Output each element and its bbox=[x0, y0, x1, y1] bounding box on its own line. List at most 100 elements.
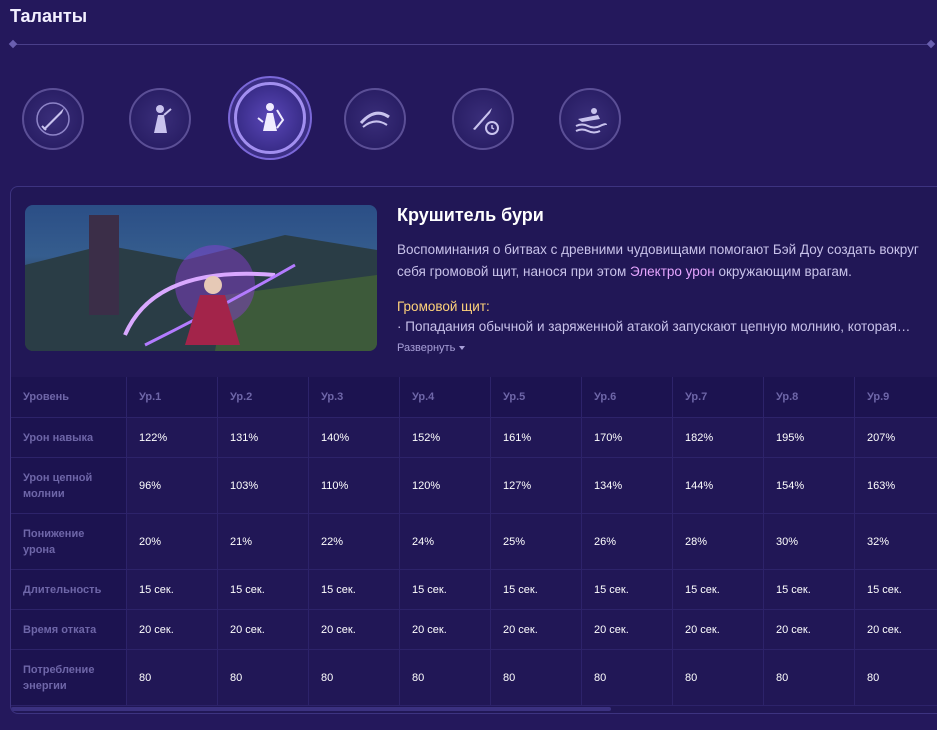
table-cell: 20 сек. bbox=[854, 609, 937, 650]
table-cell: 32% bbox=[854, 513, 937, 570]
sword-timer-icon bbox=[473, 108, 499, 135]
table-cell: 15 сек. bbox=[854, 569, 937, 610]
thunder-shield-title: Громовой щит: bbox=[397, 299, 490, 314]
column-header: Ур.4 bbox=[399, 377, 491, 418]
table-cell: 15 сек. bbox=[490, 569, 582, 610]
talent-detail-panel: Крушитель бури Воспоминания о битвах с д… bbox=[10, 186, 937, 714]
table-cell: 80 bbox=[854, 649, 937, 706]
table-row: Урон навыка 122% 131% 140% 152% 161% 170% 182% 1… bbox=[11, 417, 937, 458]
table-cell: 207% bbox=[854, 417, 937, 458]
table-cell: 28% bbox=[672, 513, 764, 570]
skill-preview-image bbox=[25, 205, 377, 351]
talent-button-6[interactable] bbox=[559, 88, 621, 150]
table-cell: 15 сек. bbox=[308, 569, 400, 610]
table-cell: 20 сек. bbox=[217, 609, 309, 650]
table-cell: 20 сек. bbox=[308, 609, 400, 650]
table-cell: 15 сек. bbox=[672, 569, 764, 610]
chevron-down-icon bbox=[459, 346, 466, 351]
column-header: Ур.2 bbox=[217, 377, 309, 418]
table-cell: 80 bbox=[217, 649, 309, 706]
table-cell: 182% bbox=[672, 417, 764, 458]
table-cell: 30% bbox=[763, 513, 855, 570]
talent-button-4[interactable] bbox=[344, 88, 406, 150]
column-header: Ур.7 bbox=[672, 377, 764, 418]
page-title: Таланты bbox=[10, 6, 88, 26]
figure-icon bbox=[154, 105, 172, 133]
table-cell: 110% bbox=[308, 457, 400, 514]
column-header: Ур.3 bbox=[308, 377, 400, 418]
row-label: Урон навыка bbox=[11, 417, 127, 458]
table-cell: 131% bbox=[217, 417, 309, 458]
table-cell: 20 сек. bbox=[763, 609, 855, 650]
thunder-shield-text: · Попадания обычной и заряженной атакой … bbox=[397, 319, 911, 334]
column-header: Ур.1 bbox=[126, 377, 218, 418]
table-row: Длительность 15 сек. 15 сек. 15 сек. 15 сек.… bbox=[11, 569, 937, 610]
table-cell: 20 сек. bbox=[126, 609, 218, 650]
skill-title: Крушитель бури bbox=[397, 205, 544, 225]
wave-icon bbox=[359, 111, 390, 128]
table-cell: 21% bbox=[217, 513, 309, 570]
swim-icon bbox=[575, 108, 607, 134]
table-cell: 80 bbox=[399, 649, 491, 706]
talent-button-2[interactable] bbox=[129, 88, 191, 150]
row-label: Длительность bbox=[11, 569, 127, 610]
sword-icon bbox=[36, 102, 70, 136]
table-cell: 15 сек. bbox=[581, 569, 673, 610]
table-cell: 20 сек. bbox=[399, 609, 491, 650]
table-row: Потребление энергии 80 80 80 80 80 80 80 80 80 bbox=[11, 649, 937, 706]
table-cell: 161% bbox=[490, 417, 582, 458]
table-cell: 80 bbox=[126, 649, 218, 706]
table-cell: 20 сек. bbox=[672, 609, 764, 650]
table-cell: 25% bbox=[490, 513, 582, 570]
table-cell: 134% bbox=[581, 457, 673, 514]
row-label: Понижение урона bbox=[11, 513, 127, 570]
talent-button-5[interactable] bbox=[452, 88, 514, 150]
column-header: Ур.6 bbox=[581, 377, 673, 418]
table-cell: 163% bbox=[854, 457, 937, 514]
table-cell: 195% bbox=[763, 417, 855, 458]
table-row: Урон цепной молнии 96% 103% 110% 120% 127% 134… bbox=[11, 457, 937, 514]
talent-selector bbox=[0, 74, 937, 164]
table-cell: 15 сек. bbox=[126, 569, 218, 610]
table-cell: 22% bbox=[308, 513, 400, 570]
skill-description: Воспоминания о битвах с древними чудовищ… bbox=[397, 242, 919, 279]
table-cell: 170% bbox=[581, 417, 673, 458]
table-row: Время отката 20 сек. 20 сек. 20 сек. 20 сек.… bbox=[11, 609, 937, 650]
table-cell: 80 bbox=[672, 649, 764, 706]
expand-link[interactable]: Развернуть bbox=[397, 342, 466, 354]
table-cell: 15 сек. bbox=[217, 569, 309, 610]
table-cell: 140% bbox=[308, 417, 400, 458]
table-cell: 15 сек. bbox=[399, 569, 491, 610]
row-label: Потребление энергии bbox=[11, 649, 127, 706]
horizontal-scrollbar[interactable] bbox=[11, 707, 611, 711]
table-cell: 24% bbox=[399, 513, 491, 570]
table-cell: 152% bbox=[399, 417, 491, 458]
talent-button-1[interactable] bbox=[22, 88, 84, 150]
table-cell: 96% bbox=[126, 457, 218, 514]
table-cell: 80 bbox=[490, 649, 582, 706]
row-label: Урон цепной молнии bbox=[11, 457, 127, 514]
electro-damage-highlight: Электро урон bbox=[630, 264, 715, 279]
column-header: Ур.9 bbox=[854, 377, 937, 418]
talent-button-3-active[interactable] bbox=[234, 82, 306, 154]
row-label: Время отката bbox=[11, 609, 127, 650]
column-header: Уровень bbox=[11, 377, 127, 418]
table-cell: 120% bbox=[399, 457, 491, 514]
table-cell: 80 bbox=[763, 649, 855, 706]
column-header: Ур.8 bbox=[763, 377, 855, 418]
table-cell: 20% bbox=[126, 513, 218, 570]
table-header-row: Уровень Ур.1 Ур.2 Ур.3 Ур.4 Ур.5 Ур.6 Ур… bbox=[11, 377, 937, 418]
table-cell: 20 сек. bbox=[581, 609, 673, 650]
table-cell: 127% bbox=[490, 457, 582, 514]
table-cell: 20 сек. bbox=[490, 609, 582, 650]
table-cell: 15 сек. bbox=[763, 569, 855, 610]
table-cell: 26% bbox=[581, 513, 673, 570]
level-table: Уровень Ур.1 Ур.2 Ур.3 Ур.4 Ур.5 Ур.6 Ур… bbox=[11, 377, 937, 706]
table-row: Понижение урона 20% 21% 22% 24% 25% 26% 28% 30% 3… bbox=[11, 513, 937, 570]
table-cell: 122% bbox=[126, 417, 218, 458]
column-header: Ур.5 bbox=[490, 377, 582, 418]
table-cell: 80 bbox=[581, 649, 673, 706]
divider bbox=[12, 44, 932, 45]
table-cell: 80 bbox=[308, 649, 400, 706]
table-cell: 144% bbox=[672, 457, 764, 514]
